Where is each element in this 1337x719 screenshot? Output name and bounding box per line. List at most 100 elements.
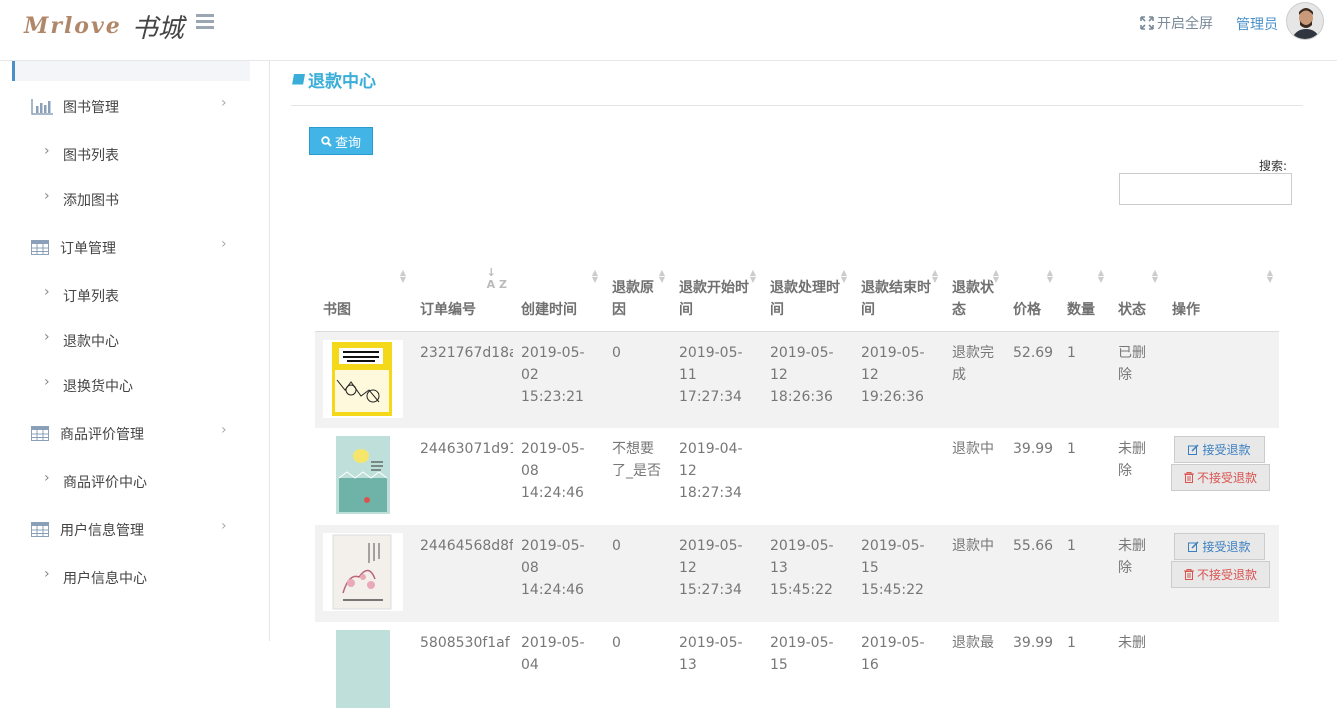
sidebar-item-order-management[interactable]: 订单管理 ›	[0, 236, 250, 260]
created-time: 2019-05-08 14:24:46	[521, 441, 585, 501]
sidebar-item-label: 用户信息管理	[60, 523, 144, 539]
book-cover-image	[323, 630, 403, 708]
sidebar-item-label: 图书列表	[63, 148, 119, 164]
refund-status: 退款完成	[952, 344, 994, 383]
sidebar-item-review-center[interactable]: › 商品评价中心	[0, 470, 250, 494]
reject-refund-button[interactable]: 不接受退款	[1171, 561, 1270, 588]
actions-cell: 接受退款 不接受退款	[1164, 525, 1279, 622]
book-cover-cell	[315, 622, 412, 719]
actions-cell: 接受退款 不接受退款	[1164, 428, 1279, 525]
table-header-row: 书图 ▲ ▼ 订单编号 ↓ A Z 创建时间 ▲ ▼ 退款原因 ▲ ▼ 退款开始时间 ▲ ▼ 退款处…	[315, 231, 1279, 332]
quantity: 1	[1067, 635, 1076, 651]
quantity: 1	[1067, 538, 1076, 554]
sidebar-item-label: 商品评价中心	[63, 475, 147, 491]
sidebar-item-user-center[interactable]: › 用户信息中心	[0, 566, 250, 590]
refund-end-time	[853, 428, 944, 525]
table-icon	[31, 426, 49, 441]
sidebar-active-item[interactable]	[12, 61, 250, 81]
refund-handled-time: 2019-05-13 15:45:22	[770, 538, 834, 598]
sidebar-item-order-list[interactable]: › 订单列表	[0, 284, 250, 308]
price: 39.99	[1013, 441, 1054, 457]
created-time: 2019-05-04	[521, 635, 585, 673]
sidebar-item-book-management[interactable]: 图书管理 ›	[0, 95, 250, 119]
refund-handled-time: 2019-05-12 18:26:36	[770, 344, 834, 405]
column-header[interactable]: 退款开始时间 ▲ ▼	[671, 231, 762, 332]
column-header[interactable]: 退款处理时间 ▲ ▼	[762, 231, 853, 332]
book-cover-image	[323, 436, 403, 514]
edit-icon	[1188, 444, 1200, 455]
refund-reason: 0	[612, 344, 621, 361]
sidebar-item-label: 添加图书	[63, 193, 119, 209]
logo-text-en: Mrlove	[24, 13, 122, 39]
refund-end-time: 2019-05-12 19:26:36	[861, 344, 925, 405]
sidebar-item-label: 退换货中心	[63, 379, 133, 395]
chevron-right-icon: ›	[44, 329, 50, 345]
created-time: 2019-05-08 14:24:46	[521, 538, 585, 598]
expand-icon	[1140, 16, 1154, 30]
delete-status: 已删除	[1118, 344, 1146, 383]
price: 39.99	[1013, 635, 1054, 651]
actions-cell	[1164, 331, 1279, 428]
refund-start-time: 2019-05-11 17:27:34	[679, 344, 743, 405]
sidebar-item-add-book[interactable]: › 添加图书	[0, 188, 250, 212]
menu-toggle-icon[interactable]	[196, 14, 214, 29]
column-header[interactable]: 订单编号 ↓ A Z	[412, 231, 513, 332]
column-header[interactable]: 退款状态 ▲ ▼	[944, 231, 1005, 332]
refund-handled-time: 2019-05-15	[770, 635, 834, 673]
sidebar-item-review-management[interactable]: 商品评价管理 ›	[0, 422, 250, 446]
logo[interactable]: Mrlove 书城	[24, 6, 184, 46]
refund-status: 退款中	[952, 538, 994, 554]
reject-refund-label: 不接受退款	[1196, 567, 1257, 582]
actions-cell	[1164, 622, 1279, 719]
column-header[interactable]: 创建时间 ▲ ▼	[513, 231, 604, 332]
sidebar-item-book-list[interactable]: › 图书列表	[0, 143, 250, 167]
sidebar-item-label: 订单列表	[63, 289, 119, 305]
sidebar-item-user-management[interactable]: 用户信息管理 ›	[0, 518, 250, 542]
accept-refund-label: 接受退款	[1202, 442, 1251, 457]
reject-refund-button[interactable]: 不接受退款	[1171, 464, 1270, 491]
column-header[interactable]: 数量 ▲ ▼	[1059, 231, 1110, 332]
fullscreen-button[interactable]: 开启全屏	[1140, 14, 1213, 32]
delete-status: 未删除	[1118, 538, 1146, 576]
refund-handled-time	[762, 428, 853, 525]
logo-text-cn: 书城	[131, 13, 184, 44]
column-header[interactable]: 书图 ▲ ▼	[315, 231, 412, 332]
chevron-right-icon: ›	[44, 374, 50, 390]
search-icon	[321, 135, 332, 147]
chevron-right-icon: ›	[221, 236, 227, 252]
sidebar-item-refund-center[interactable]: › 退款中心	[0, 329, 250, 353]
accept-refund-button[interactable]: 接受退款	[1174, 436, 1265, 463]
sidebar-item-label: 订单管理	[60, 241, 116, 257]
table-icon	[31, 522, 49, 537]
column-header[interactable]: 退款原因 ▲ ▼	[604, 231, 671, 332]
table-row: 5808530f1af 2019-05-04 0 2019-05-13 2019…	[315, 622, 1279, 719]
order-no: 5808530f1af	[420, 635, 510, 651]
accept-refund-label: 接受退款	[1202, 539, 1251, 554]
column-header[interactable]: 状态 ▲ ▼	[1110, 231, 1164, 332]
book-cover-image	[323, 339, 403, 418]
accept-refund-button[interactable]: 接受退款	[1174, 533, 1265, 560]
trash-icon	[1183, 569, 1194, 580]
user-menu[interactable]: 管理员	[1236, 14, 1278, 34]
column-header[interactable]: 操作 ▲ ▼	[1164, 231, 1279, 332]
refund-start-time: 2019-05-13	[679, 635, 743, 673]
book-cover-image	[323, 533, 403, 611]
query-button[interactable]: 查询	[309, 127, 373, 155]
order-no: 24463071d91	[420, 441, 513, 457]
refund-reason: 0	[612, 538, 621, 554]
fullscreen-label: 开启全屏	[1157, 16, 1213, 32]
chevron-right-icon: ›	[44, 284, 50, 300]
column-header[interactable]: 退款结束时间 ▲ ▼	[853, 231, 944, 332]
column-header[interactable]: 价格 ▲ ▼	[1005, 231, 1059, 332]
refund-status: 退款最	[952, 635, 994, 651]
sidebar-item-return-center[interactable]: › 退换货中心	[0, 374, 250, 398]
book-icon	[292, 73, 305, 85]
chevron-right-icon: ›	[221, 95, 227, 111]
page-title: 退款中心	[291, 67, 376, 92]
sidebar: 图书管理 › › 图书列表 › 添加图书 订单管理 › › 订单列表 › 退款中…	[0, 61, 270, 641]
refund-end-time: 2019-05-15 15:45:22	[861, 538, 925, 598]
refund-reason: 不想要了_是否	[612, 441, 661, 479]
search-input[interactable]	[1119, 173, 1292, 205]
avatar[interactable]	[1286, 2, 1324, 40]
table-row: 24464568d8f 2019-05-08 14:24:46 0 2019-0…	[315, 525, 1279, 622]
